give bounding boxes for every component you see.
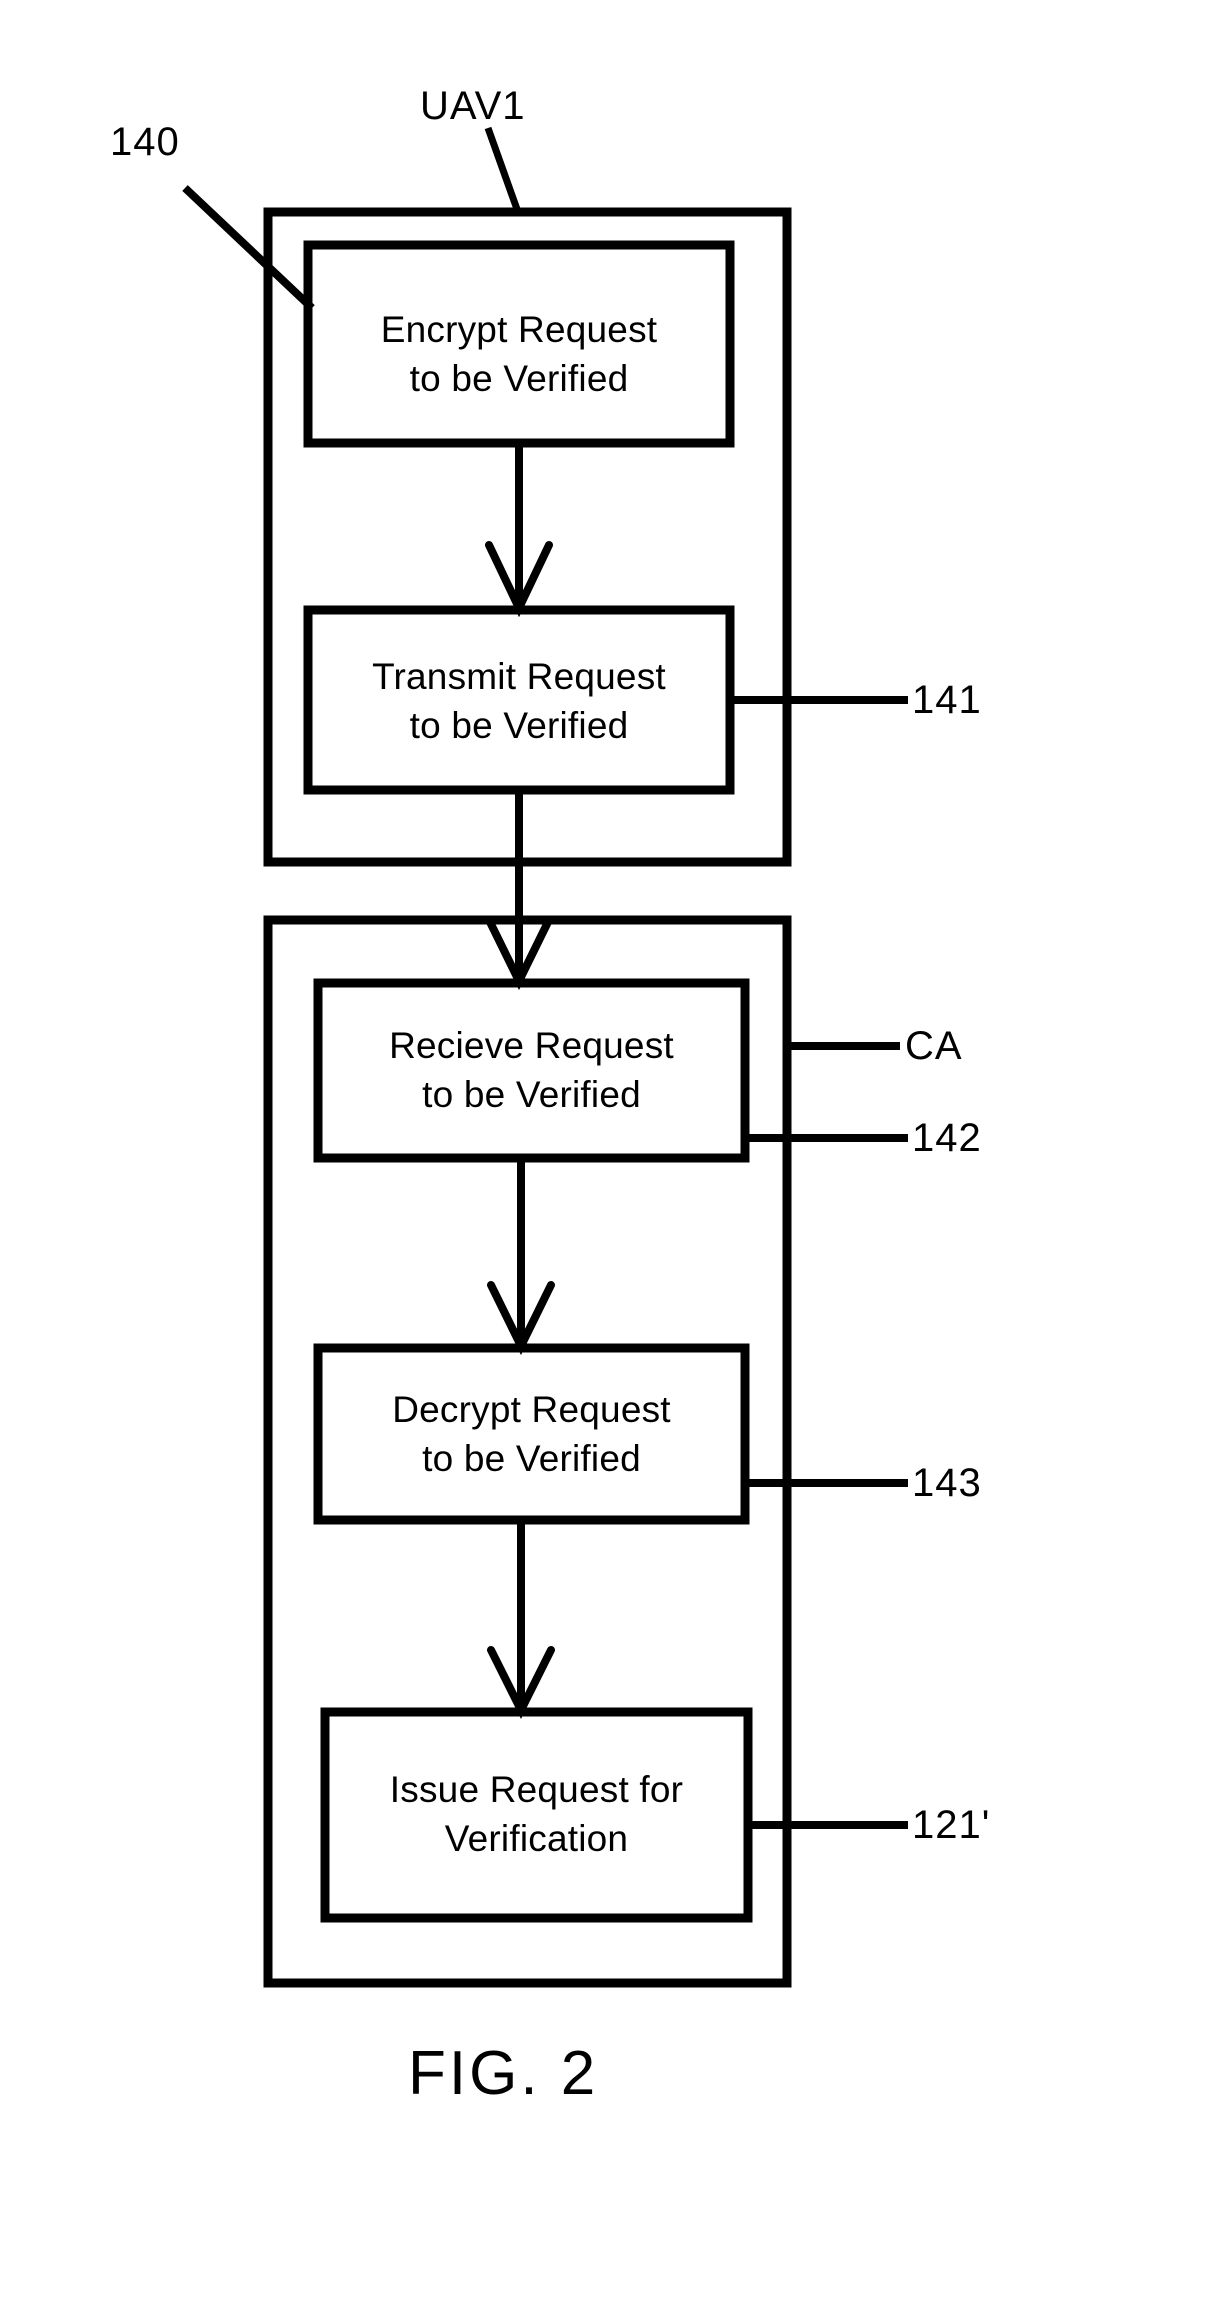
ref-numeral-143: 143 (912, 1461, 982, 1505)
step-decrypt-label: Decrypt Request to be Verified (392, 1389, 671, 1479)
step-encrypt-label: Encrypt Request to be Verified (380, 309, 658, 399)
ref-numeral-141: 141 (912, 678, 982, 722)
step-issue-label: Issue Request for Verification (389, 1769, 684, 1859)
ref-140-leader-line (182, 185, 315, 311)
group-label-ca: CA (905, 1024, 963, 1068)
figure-caption: FIG. 2 (408, 2039, 599, 2108)
group-label-uav1: UAV1 (420, 84, 526, 128)
ref-numeral-142: 142 (912, 1116, 982, 1160)
step-transmit-label: Transmit Request to be Verified (372, 656, 666, 746)
uav1-leader-line (484, 126, 522, 214)
ref-numeral-121-prime: 121' (912, 1803, 991, 1847)
ref-numeral-140: 140 (110, 120, 180, 164)
step-recieve-label: Recieve Request to be Verified (389, 1025, 674, 1115)
patent-figure: UAV1 140 Encrypt Request to be Verified … (0, 0, 1207, 2299)
